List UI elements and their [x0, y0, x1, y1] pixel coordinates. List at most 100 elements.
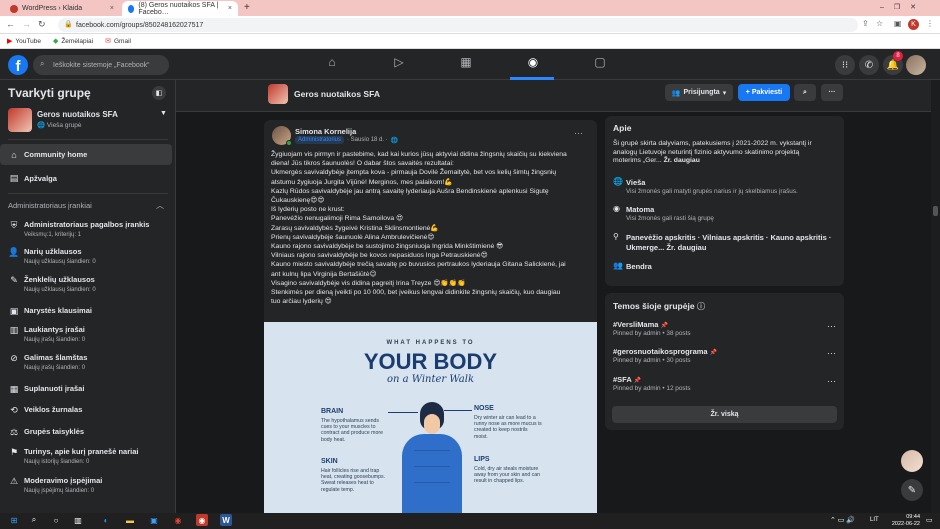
- sidebar-item-member-reported[interactable]: ⚑ Turinys, apie kurį pranešė nariai Naujų …: [0, 447, 175, 466]
- sidebar-item-community-home[interactable]: ⌂ Community home: [0, 144, 172, 165]
- group-admin-sidebar: Tvarkyti grupę ◧ Geros nuotaikos SFA 🌐 V…: [0, 80, 176, 513]
- gaming-icon[interactable]: ▢: [590, 55, 610, 73]
- new-tab-button[interactable]: +: [244, 2, 250, 13]
- bookmark-gmail[interactable]: ✉ Gmail: [105, 37, 131, 46]
- browser-tab-wordpress[interactable]: WordPress › Klaida ×: [4, 1, 120, 16]
- file-explorer-icon[interactable]: ▬: [124, 514, 136, 526]
- bookmark-star-icon[interactable]: ☆: [876, 19, 883, 28]
- reload-icon[interactable]: ↻: [38, 19, 46, 30]
- post-meta: Administratorius · Sausio 18 d. · 🌐: [295, 136, 398, 144]
- bookmark-maps[interactable]: ◆ Žemėlapiai: [52, 37, 93, 46]
- account-avatar[interactable]: [906, 55, 926, 75]
- sidebar-item-pending-posts[interactable]: ▥ Laukiantys įrašai Naujų įrašų šiandien: …: [0, 325, 175, 344]
- topic-item-meta: Pinned by admin • 12 posts: [613, 385, 691, 392]
- chrome-profile-icon[interactable]: ◉: [196, 514, 208, 526]
- brain-description: The hypothalamus sends cues to your musc…: [321, 418, 383, 443]
- sidebar-item-overview[interactable]: ▤ Apžvalga: [0, 170, 175, 186]
- infographic-kicker: WHAT HAPPENS TO: [386, 340, 475, 346]
- group-header-thumbnail[interactable]: [268, 84, 288, 104]
- marketplace-icon[interactable]: ▦: [456, 55, 476, 73]
- chrome-icon[interactable]: ◉: [172, 514, 184, 526]
- topic-item-sfa[interactable]: #SFA 📌: [613, 375, 641, 384]
- pending-posts-icon: ▥: [9, 325, 19, 335]
- search-icon: ⌕: [40, 59, 45, 68]
- sidebar-item-activity-log[interactable]: ⟲ Veiklos žurnalas: [0, 405, 175, 416]
- sidebar-item-scheduled-posts[interactable]: ▦ Suplanuoti įrašai: [0, 384, 175, 395]
- sidebar-item-potential-spam[interactable]: ⊘ Galimas šlamštas Naujų įrašų šiandien: 0: [0, 353, 175, 372]
- topic-item-versli-mama[interactable]: #VersliMama 📌: [613, 320, 668, 329]
- skin-label: SKIN: [321, 458, 338, 465]
- group-switch-caret-icon[interactable]: ▼: [160, 110, 167, 117]
- system-tray-icons[interactable]: ⌃ ▭ 🔊: [830, 516, 855, 524]
- clipboard-icon: ▣: [9, 306, 19, 316]
- notification-center-icon[interactable]: ▭: [926, 516, 933, 524]
- topic-options-button[interactable]: ···: [827, 348, 836, 358]
- see-all-topics-button[interactable]: Žr. viską: [612, 406, 837, 423]
- windows-start-icon[interactable]: ⊞: [8, 514, 20, 526]
- task-view-icon[interactable]: ○: [50, 514, 62, 526]
- share-icon[interactable]: ⇪: [862, 19, 869, 28]
- groups-icon[interactable]: ◉: [523, 55, 543, 73]
- eye-icon: ◉: [613, 204, 620, 213]
- group-more-button[interactable]: ···: [821, 84, 843, 101]
- sidebar-item-member-requests[interactable]: 👤 Narių užklausos Naujų užklausų šiandien:…: [0, 247, 175, 266]
- post-image-infographic[interactable]: WHAT HAPPENS TO YOUR BODY on a Winter Wa…: [264, 322, 597, 513]
- badge-icon: ✎: [10, 275, 18, 285]
- new-message-icon[interactable]: ✎: [901, 479, 923, 501]
- joined-dropdown-button[interactable]: 👥 Prisijungta ▾: [665, 84, 733, 101]
- nose-label: NOSE: [474, 405, 494, 412]
- extensions-icon[interactable]: ▣: [894, 19, 902, 28]
- sidebar-item-badge-requests[interactable]: ✎ Ženklelių užklausos Naujų užklausų šiand…: [0, 275, 175, 294]
- widgets-icon[interactable]: ▥: [72, 514, 84, 526]
- taskbar-clock[interactable]: 09:44 2022-06-22: [890, 514, 920, 528]
- group-header-title[interactable]: Geros nuotaikos SFA: [294, 89, 380, 99]
- edge-icon[interactable]: ◐: [100, 514, 112, 526]
- close-tab-icon[interactable]: ×: [228, 5, 232, 12]
- address-bar[interactable]: 🔒 facebook.com/groups/850248162027517: [58, 18, 858, 32]
- post-author-name[interactable]: Simona Kornelija: [295, 127, 356, 136]
- bookmark-youtube[interactable]: ▶ YouTube: [7, 37, 41, 46]
- collapse-sidebar-icon[interactable]: ◧: [152, 86, 166, 100]
- chevron-up-icon[interactable]: ︿: [156, 200, 164, 211]
- sidebar-item-membership-questions[interactable]: ▣ Narystės klausimai: [0, 306, 175, 317]
- taskbar-search-icon[interactable]: ⌕: [28, 514, 40, 526]
- sidebar-item-moderation-alerts[interactable]: ⚠ Moderavimo įspėjimai Naujų įspėjimų šian…: [0, 476, 175, 495]
- about-location-more[interactable]: Ukmerge... Žr. daugiau: [626, 243, 706, 252]
- store-icon[interactable]: ▣: [148, 514, 160, 526]
- topic-item-geros-nuotaikos-programa[interactable]: #gerosnuotaikosprograma 📌: [613, 347, 717, 356]
- group-cover-thumbnail[interactable]: [8, 108, 32, 132]
- facebook-logo[interactable]: f: [8, 55, 28, 75]
- facebook-search-input[interactable]: ⌕ Ieškokite sistemoje „Facebook“: [33, 55, 169, 75]
- post-options-button[interactable]: ···: [574, 128, 583, 138]
- sidebar-item-group-rules[interactable]: ⚖ Grupės taisyklės: [0, 427, 175, 438]
- invite-button[interactable]: + Pakviesti: [738, 84, 790, 101]
- admin-tools-heading: Administratoriaus įrankiai: [8, 201, 92, 210]
- word-icon[interactable]: W: [220, 514, 232, 526]
- group-name[interactable]: Geros nuotaikos SFA: [37, 110, 118, 119]
- topic-options-button[interactable]: ···: [827, 321, 836, 331]
- overview-icon: ▤: [9, 172, 19, 183]
- window-controls[interactable]: –❐✕: [880, 3, 926, 11]
- close-tab-icon[interactable]: ×: [110, 5, 114, 12]
- browser-tab-facebook[interactable]: (8) Geros nuotaikos SFA | Facebo… ×: [122, 1, 238, 16]
- menu-kebab-icon[interactable]: ⋮: [926, 19, 934, 28]
- see-more-link[interactable]: Žr. daugiau: [664, 157, 700, 164]
- lips-description: Cold, dry air steals moisture away from …: [474, 466, 541, 485]
- sidebar-item-admin-assist[interactable]: ⛨ Administratoriaus pagalbos įrankis Veiks…: [0, 220, 175, 239]
- post-timestamp[interactable]: · Sausio 18 d. ·: [347, 137, 388, 143]
- tab-title: WordPress › Klaida: [22, 5, 83, 12]
- watch-icon[interactable]: ▷: [389, 55, 409, 73]
- maps-icon: ◆: [52, 38, 59, 45]
- home-icon[interactable]: ⌂: [322, 55, 342, 73]
- messenger-icon[interactable]: ✆: [859, 55, 879, 75]
- group-search-icon[interactable]: ⌕: [794, 84, 816, 101]
- topic-options-button[interactable]: ···: [827, 376, 836, 386]
- forward-arrow-icon[interactable]: →: [22, 19, 31, 29]
- scrollbar-thumb[interactable]: [933, 206, 938, 216]
- back-arrow-icon[interactable]: ←: [6, 19, 15, 29]
- chat-head-avatar[interactable]: [901, 450, 923, 472]
- language-indicator[interactable]: LIT: [870, 517, 879, 523]
- profile-avatar[interactable]: K: [908, 19, 919, 30]
- page-scrollbar[interactable]: [931, 80, 940, 513]
- menu-grid-icon[interactable]: ⁝⁝: [835, 55, 855, 75]
